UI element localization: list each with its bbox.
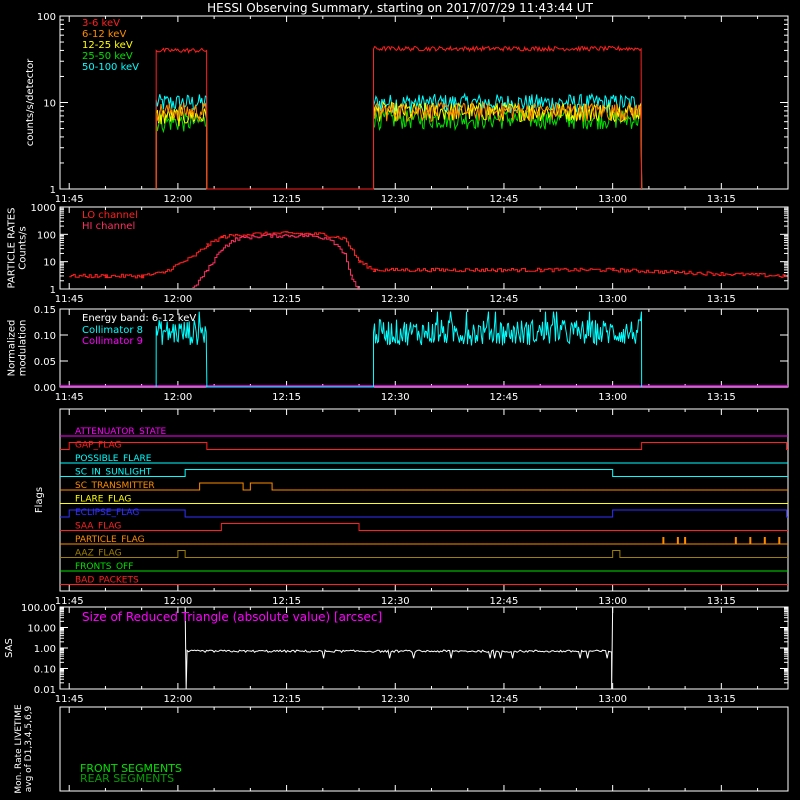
count-rates-time-label: 12:30 bbox=[381, 194, 410, 205]
particle-rates-time-label: 13:15 bbox=[707, 294, 736, 305]
sas-ytick-label: 10.00 bbox=[27, 624, 56, 635]
particle-rates-time-label: 12:15 bbox=[272, 294, 301, 305]
sas-time-label: 11:45 bbox=[55, 694, 84, 705]
series-lo-channel-line bbox=[69, 231, 788, 279]
flag-particle-flag-label: PARTICLE_FLAG bbox=[75, 535, 145, 545]
particle-rates-time-label: 12:30 bbox=[381, 294, 410, 305]
sas-time-label: 13:15 bbox=[707, 694, 736, 705]
legend-50-100-kev: 50-100 keV bbox=[82, 62, 139, 73]
sas-ytick-label: 1.00 bbox=[34, 644, 56, 655]
flag-sc-in-sunlight-label: SC_IN_SUNLIGHT bbox=[75, 468, 152, 478]
legend-lo-channel: LO channel bbox=[82, 210, 138, 221]
sas-ylabel: SAS bbox=[4, 638, 15, 658]
modulation-time-label: 13:15 bbox=[707, 392, 736, 403]
flags-time-label: 11:45 bbox=[55, 596, 84, 607]
modulation-time-label: 11:45 bbox=[55, 392, 84, 403]
sas-time-label: 12:15 bbox=[272, 694, 301, 705]
modulation-time-label: 12:45 bbox=[490, 392, 519, 403]
flag-gap-flag-label: GAP_FLAG bbox=[75, 441, 121, 451]
particle-rates-time-label: 12:00 bbox=[163, 294, 192, 305]
count-rates-ytick-label: 1 bbox=[50, 185, 56, 196]
modulation-ylabel: Normalizedmodulation bbox=[7, 320, 29, 377]
count-rates-ytick-label: 10 bbox=[43, 99, 56, 110]
legend-3-6-kev: 3-6 keV bbox=[82, 18, 120, 29]
series-25-50-kev-line bbox=[155, 108, 643, 190]
flags-time-label: 13:15 bbox=[707, 596, 736, 607]
sas-ytick-label: 0.10 bbox=[34, 665, 56, 676]
flag-attenuator-state-label: ATTENUATOR_STATE bbox=[75, 427, 167, 437]
flag-gap-flag-line bbox=[60, 442, 788, 450]
flag-saa-flag-label: SAA_FLAG bbox=[75, 522, 121, 532]
series-collimator-8-line bbox=[155, 311, 643, 388]
flag-sc-in-sunlight-line bbox=[60, 469, 788, 477]
particle-rates-time-label: 12:45 bbox=[490, 294, 519, 305]
modulation-time-label: 12:15 bbox=[272, 392, 301, 403]
flag-flare-flag-label: FLARE_FLAG bbox=[75, 495, 131, 505]
flag-sc-transmitter-label: SC_TRANSMITTER bbox=[75, 481, 155, 491]
flags-time-label: 12:45 bbox=[490, 596, 519, 607]
legend-collimator-8: Collimator 8 bbox=[82, 325, 143, 336]
flag-aaz-flag-line bbox=[60, 550, 788, 558]
flags-time-label: 12:30 bbox=[381, 596, 410, 607]
legend-hi-channel: HI channel bbox=[82, 221, 135, 232]
legend-collimator-9: Collimator 9 bbox=[82, 336, 143, 347]
count-rates-time-label: 12:45 bbox=[490, 194, 519, 205]
count-rates-time-label: 13:00 bbox=[598, 194, 627, 205]
modulation-ytick-label: 0.00 bbox=[34, 383, 56, 394]
hessi-summary-page: 11:45 12:00 12:15 12:30 12:45 13:00 13:15 1 10 10… bbox=[0, 0, 800, 800]
count-rates-ylabel: counts/s/detector bbox=[25, 58, 36, 146]
legend-6-12-kev: 6-12 keV bbox=[82, 29, 126, 40]
sas-time-label: 13:00 bbox=[598, 694, 627, 705]
flag-fronts-off-label: FRONTS_OFF bbox=[75, 562, 133, 572]
modulation-ytick-label: 0.10 bbox=[34, 331, 56, 342]
particle-rates-time-label: 13:00 bbox=[598, 294, 627, 305]
count-rates-time-label: 11:45 bbox=[55, 194, 84, 205]
flag-bad-packets-label: BAD_PACKETS bbox=[75, 576, 139, 586]
flags-time-label: 12:00 bbox=[163, 596, 192, 607]
flags-time-label: 13:00 bbox=[598, 596, 627, 607]
flag-saa-flag-line bbox=[60, 523, 788, 531]
sas-time-label: 12:00 bbox=[163, 694, 192, 705]
count-rates-time-label: 12:15 bbox=[272, 194, 301, 205]
particle-rates-ytick-label: 1000 bbox=[31, 203, 56, 214]
sas-time-label: 12:45 bbox=[490, 694, 519, 705]
particle-rates-frame bbox=[59, 206, 789, 290]
particle-rates-ytick-label: 100 bbox=[37, 230, 56, 241]
flag-possible-flare-label: POSSIBLE_FLARE bbox=[75, 454, 152, 464]
count-rates-time-label: 13:15 bbox=[707, 194, 736, 205]
modulation-ytick-label: 0.15 bbox=[34, 305, 56, 316]
particle-rates-time-label: 11:45 bbox=[55, 294, 84, 305]
series-hi-channel-line bbox=[192, 233, 360, 289]
legend-25-50-kev: 25-50 keV bbox=[82, 51, 133, 62]
sas-ytick-label: 0.01 bbox=[34, 685, 56, 696]
flags-ylabel: Flags bbox=[34, 487, 45, 513]
modulation-time-label: 12:00 bbox=[163, 392, 192, 403]
modulation-time-label: 13:00 bbox=[598, 392, 627, 403]
particle-rates-ytick-label: 10 bbox=[43, 258, 56, 269]
flag-aaz-flag-label: AAZ_FLAG bbox=[75, 549, 122, 559]
sas-annotation: Size of Reduced Triangle (absolute value… bbox=[82, 610, 382, 624]
modulation-energy-band-label: Energy band: 6-12 keV bbox=[82, 313, 196, 324]
legend-rear-segments: REAR SEGMENTS bbox=[80, 772, 174, 785]
count-rates-ytick-label: 100 bbox=[37, 12, 56, 23]
particle-rates-ylabel: PARTICLE RATESCounts/s bbox=[7, 208, 29, 289]
figure-title: HESSI Observing Summary, starting on 201… bbox=[207, 1, 593, 15]
count-rates-time-label: 12:00 bbox=[163, 194, 192, 205]
modulation-time-label: 12:30 bbox=[381, 392, 410, 403]
observing-summary-figure: 11:45 12:00 12:15 12:30 12:45 13:00 13:1511010… bbox=[4, 1, 789, 794]
legend-12-25-kev: 12-25 keV bbox=[82, 40, 133, 51]
livetime-ylabel: Mon. Rate LIVETIMEavg of D1,3,4,5,6,9 bbox=[14, 704, 34, 794]
flag-eclipse-flag-line bbox=[60, 509, 788, 518]
sas-ytick-label: 100.00 bbox=[21, 603, 56, 614]
flag-eclipse-flag-label: ECLIPSE_FLAG bbox=[75, 508, 139, 518]
particle-rates-ytick-label: 1 bbox=[50, 285, 56, 296]
sas-time-label: 12:30 bbox=[381, 694, 410, 705]
flag-sc-transmitter-line bbox=[60, 482, 788, 491]
modulation-ytick-label: 0.05 bbox=[34, 357, 56, 368]
flags-time-label: 12:15 bbox=[272, 596, 301, 607]
